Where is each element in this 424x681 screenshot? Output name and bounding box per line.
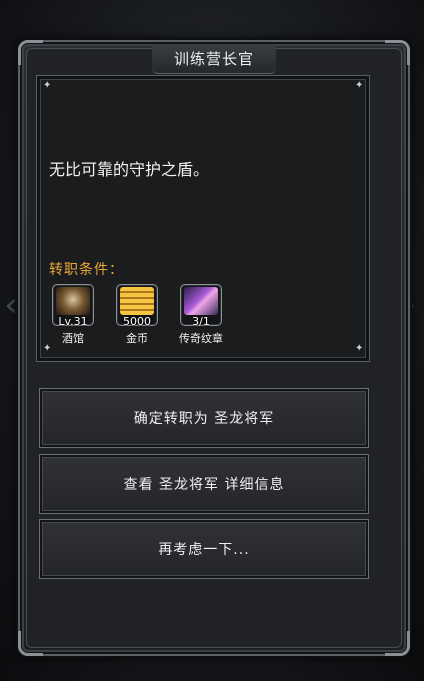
- reconsider-button[interactable]: 再考虑一下...: [39, 519, 369, 579]
- rivet-icon: ✦: [43, 80, 52, 91]
- requirement-name: 传奇纹章: [179, 332, 223, 345]
- rivet-icon: ✦: [43, 343, 52, 354]
- requirement-item-tavern[interactable]: Lv.31 酒馆: [51, 284, 95, 346]
- confirm-class-change-button[interactable]: 确定转职为 圣龙将军: [39, 388, 369, 448]
- requirement-slot: 5000: [116, 284, 158, 328]
- requirement-list: Lv.31 酒馆 5000 金币 3/1 传奇纹章: [51, 284, 223, 346]
- class-description: 无比可靠的守护之盾。: [49, 160, 210, 179]
- tavern-mug-icon: [56, 287, 90, 315]
- frame-corner-ornament: [385, 631, 410, 656]
- requirement-name: 金币: [126, 332, 148, 345]
- requirement-slot: 3/1: [180, 284, 222, 328]
- view-class-details-button[interactable]: 查看 圣龙将军 详细信息: [39, 454, 369, 514]
- title-bar: 训练营长官: [20, 42, 408, 76]
- gold-coins-icon: [120, 287, 154, 315]
- requirement-count: 3/1: [192, 315, 210, 328]
- requirement-name: 酒馆: [62, 332, 84, 345]
- requirement-slot: Lv.31: [52, 284, 94, 328]
- requirement-item-gold[interactable]: 5000 金币: [115, 284, 159, 346]
- frame-corner-ornament: [18, 631, 43, 656]
- requirement-count: 5000: [123, 315, 151, 328]
- rivet-icon: ✦: [355, 80, 364, 91]
- info-panel: ✦ ✦ ✦ ✦ 无比可靠的守护之盾。 转职条件： Lv.31 酒馆 5000 金…: [36, 75, 370, 362]
- requirement-count: Lv.31: [58, 315, 88, 328]
- rivet-icon: ✦: [355, 343, 364, 354]
- requirement-item-emblem[interactable]: 3/1 传奇纹章: [179, 284, 223, 346]
- background-header: [0, 4, 424, 30]
- dialog-title: 训练营长官: [151, 44, 276, 74]
- requirements-label: 转职条件：: [49, 262, 124, 278]
- legend-emblem-icon: [184, 287, 218, 315]
